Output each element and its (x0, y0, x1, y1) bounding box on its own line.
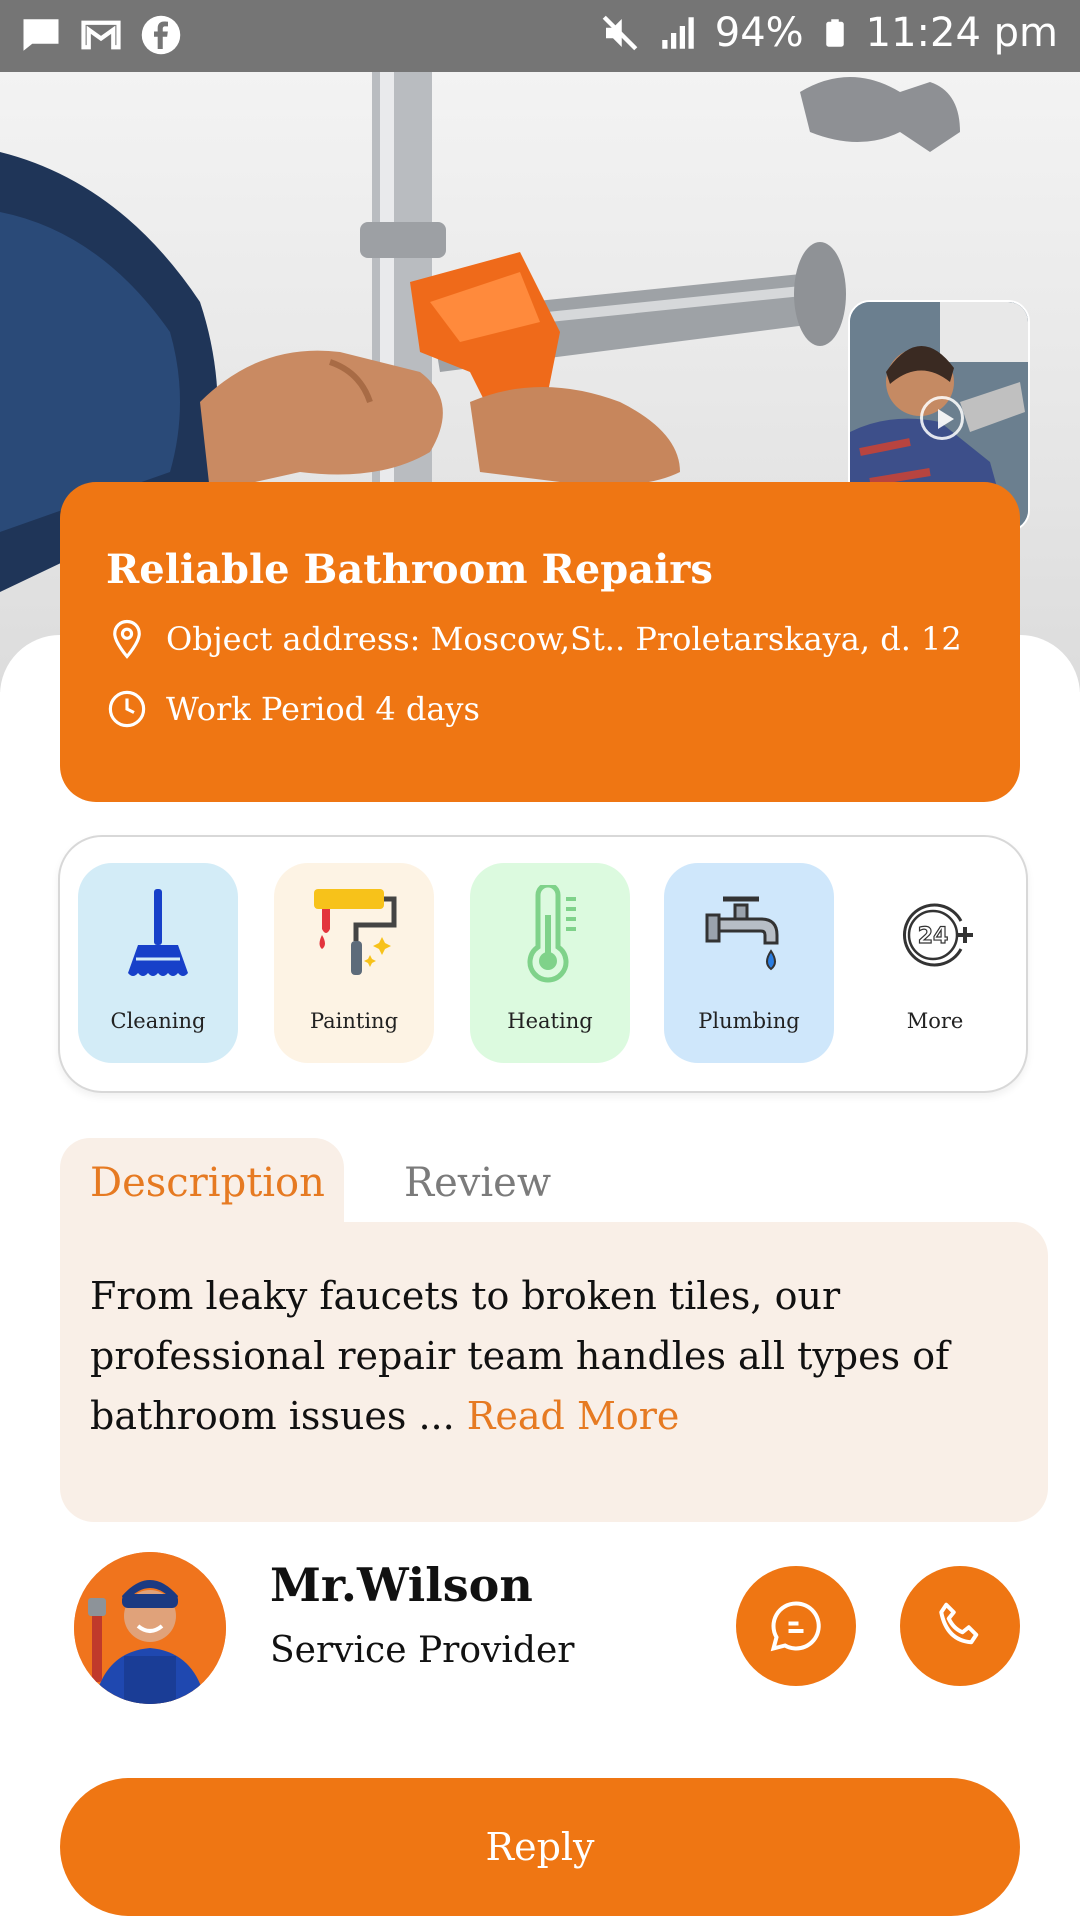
call-button[interactable] (900, 1566, 1020, 1686)
clock: 11:24 pm (865, 10, 1058, 56)
broom-icon (128, 889, 188, 976)
location-pin-icon (113, 619, 141, 659)
read-more-link[interactable]: Read More (467, 1394, 680, 1438)
chat-button[interactable] (736, 1566, 856, 1686)
job-title: Reliable Bathroom Repairs (106, 546, 713, 593)
service-label: Heating (507, 1009, 593, 1033)
play-icon (920, 396, 964, 440)
battery-icon (825, 19, 844, 47)
service-label: Cleaning (110, 1009, 206, 1033)
service-label: Plumbing (698, 1009, 800, 1033)
provider-photo (74, 1552, 226, 1704)
chat-bubble-icon (770, 1601, 821, 1652)
battery-percent: 94% (714, 10, 804, 56)
service-label: More (906, 1009, 964, 1033)
phone-icon (939, 1602, 979, 1645)
address-row: Object address: Moscow,St.. Proletarskay… (106, 618, 962, 660)
faucet-icon (705, 896, 779, 971)
description-panel: From leaky faucets to broken tiles, our … (60, 1222, 1048, 1522)
service-more[interactable]: 24 More (860, 863, 1010, 1063)
provider-role: Service Provider (270, 1630, 575, 1671)
mute-icon (602, 15, 638, 51)
address-text: Object address: Moscow,St.. Proletarskay… (166, 620, 962, 658)
tab-review[interactable]: Review (404, 1160, 551, 1206)
service-heating[interactable]: Heating (470, 863, 630, 1063)
tab-description-label: Description (90, 1160, 325, 1206)
status-bar: 94% 11:24 pm (0, 0, 1080, 72)
thermometer-icon (527, 885, 576, 983)
service-painting[interactable]: Painting (274, 863, 434, 1063)
services-row: Cleaning Painting Heating Plumbing 24 Mo… (58, 835, 1028, 1093)
service-cleaning[interactable]: Cleaning (78, 863, 238, 1063)
provider-name: Mr.Wilson (270, 1558, 533, 1612)
job-info-card: Reliable Bathroom Repairs Object address… (60, 482, 1020, 802)
paint-roller-icon (314, 889, 397, 975)
description-text: From leaky faucets to broken tiles, our … (90, 1266, 1020, 1446)
reply-button[interactable]: Reply (60, 1778, 1020, 1916)
message-icon (23, 19, 59, 51)
period-text: Work Period 4 days (166, 690, 480, 728)
svg-text:24: 24 (918, 924, 949, 949)
gmail-icon (81, 20, 121, 50)
avatar (74, 1552, 226, 1704)
facebook-icon (141, 15, 181, 55)
signal-icon (662, 17, 694, 49)
clock-icon (108, 690, 146, 728)
service-plumbing[interactable]: Plumbing (664, 863, 834, 1063)
24-hours-icon: 24 (903, 903, 973, 967)
service-label: Painting (309, 1009, 399, 1033)
period-row: Work Period 4 days (106, 688, 480, 730)
